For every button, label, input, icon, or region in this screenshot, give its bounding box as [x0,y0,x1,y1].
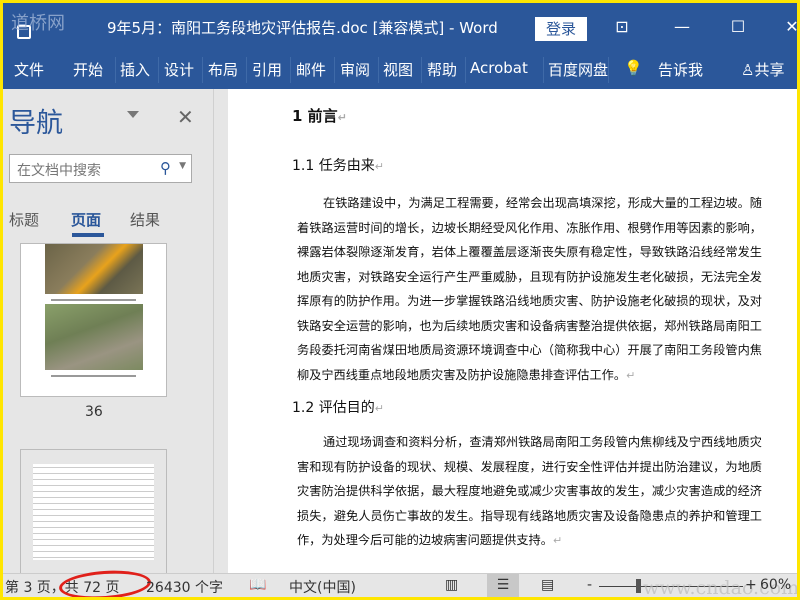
page-thumbnail[interactable] [20,449,167,575]
close-button[interactable]: ✕ [777,13,797,41]
zoom-in-button[interactable]: + [745,577,757,593]
maximize-button[interactable]: ☐ [723,13,753,41]
heading-1: 1 前言↵ [292,107,347,125]
proofing-icon[interactable]: 📖 [249,577,266,593]
tab-file[interactable]: 文件 [14,59,44,80]
heading-1-1: 1.1 任务由来↵ [292,158,384,174]
paragraph: 通过现场调查和资料分析，查清郑州铁路局南阳工务段管内焦柳线及宁西线地质灾害和现有… [297,435,762,547]
language[interactable]: 中文(中国) [289,577,356,597]
tab-references[interactable]: 引用 [252,59,282,80]
lightbulb-icon: 💡 [624,59,643,77]
title-bar: 道桥网 9年5月：南阳工务段地灾评估报告.doc [兼容模式] - Word 登… [3,3,797,49]
tell-me-button[interactable]: 告诉我 [658,59,703,80]
window-title: 9年5月：南阳工务段地灾评估报告.doc [兼容模式] - Word [107,19,498,37]
active-tab-indicator [72,233,104,237]
word-count[interactable]: 26430 个字 [146,577,223,597]
annotation-circle [58,567,152,597]
tab-results[interactable]: 结果 [130,209,160,230]
ribbon-tabs: 文件 开始 插入 设计 布局 引用 邮件 审阅 视图 帮助 Acrobat 百度… [3,49,797,89]
chevron-down-icon[interactable] [127,111,139,118]
search-input[interactable]: 在文档中搜索 ⚲ ▼ [9,154,192,183]
status-bar: 第 3 页，共 72 页 26430 个字 📖 中文(中国) ▥ ☰ ▤ - w… [3,567,797,597]
tab-layout[interactable]: 布局 [208,59,238,80]
ribbon-display-options-button[interactable]: ⊡ [607,13,637,41]
zoom-out-button[interactable]: - [587,577,592,593]
tab-mailings[interactable]: 邮件 [296,59,326,80]
tab-home[interactable]: 开始 [73,59,103,80]
tab-help[interactable]: 帮助 [427,59,457,80]
share-button[interactable]: ♙共享 [741,59,784,80]
tab-pages[interactable]: 页面 [71,209,101,230]
page-number-label: 36 [85,404,103,420]
tab-design[interactable]: 设计 [164,59,194,80]
word-window: 道桥网 9年5月：南阳工务段地灾评估报告.doc [兼容模式] - Word 登… [3,3,797,597]
watermark-logo: 道桥网 [11,13,65,34]
page-thumbnail[interactable] [20,243,167,397]
search-icon[interactable]: ⚲ [160,159,171,177]
nav-title: 导航 [9,108,63,139]
tab-insert[interactable]: 插入 [120,59,150,80]
pane-divider[interactable] [213,89,228,573]
read-mode-icon[interactable]: ▥ [445,577,458,593]
print-layout-icon[interactable]: ☰ [487,574,519,597]
document-page[interactable]: 1 前言↵ 1.1 任务由来↵ 在铁路建设中，为满足工程需要，经常会出现高填深挖… [228,89,797,573]
web-layout-icon[interactable]: ▤ [541,577,554,593]
tab-acrobat[interactable]: Acrobat [470,59,528,77]
login-button[interactable]: 登录 [535,17,587,41]
tab-view[interactable]: 视图 [383,59,413,80]
tab-baidu-netdisk[interactable]: 百度网盘 [548,59,608,80]
close-icon[interactable]: ✕ [177,105,194,129]
heading-1-2: 1.2 评估目的↵ [292,400,384,416]
navigation-pane: 导航 ✕ 在文档中搜索 ⚲ ▼ 标题 页面 结果 36 [3,89,213,575]
tab-headings[interactable]: 标题 [9,209,39,230]
tab-review[interactable]: 审阅 [340,59,370,80]
minimize-button[interactable]: — [667,13,697,41]
zoom-level[interactable]: 60% [760,577,791,593]
person-icon: ♙ [741,61,755,79]
zoom-slider-thumb[interactable] [636,579,641,593]
chevron-down-icon[interactable]: ▼ [179,161,186,171]
paragraph: 在铁路建设中，为满足工程需要，经常会出现高填深挖，形成大量的工程边坡。随着铁路运… [297,196,762,382]
